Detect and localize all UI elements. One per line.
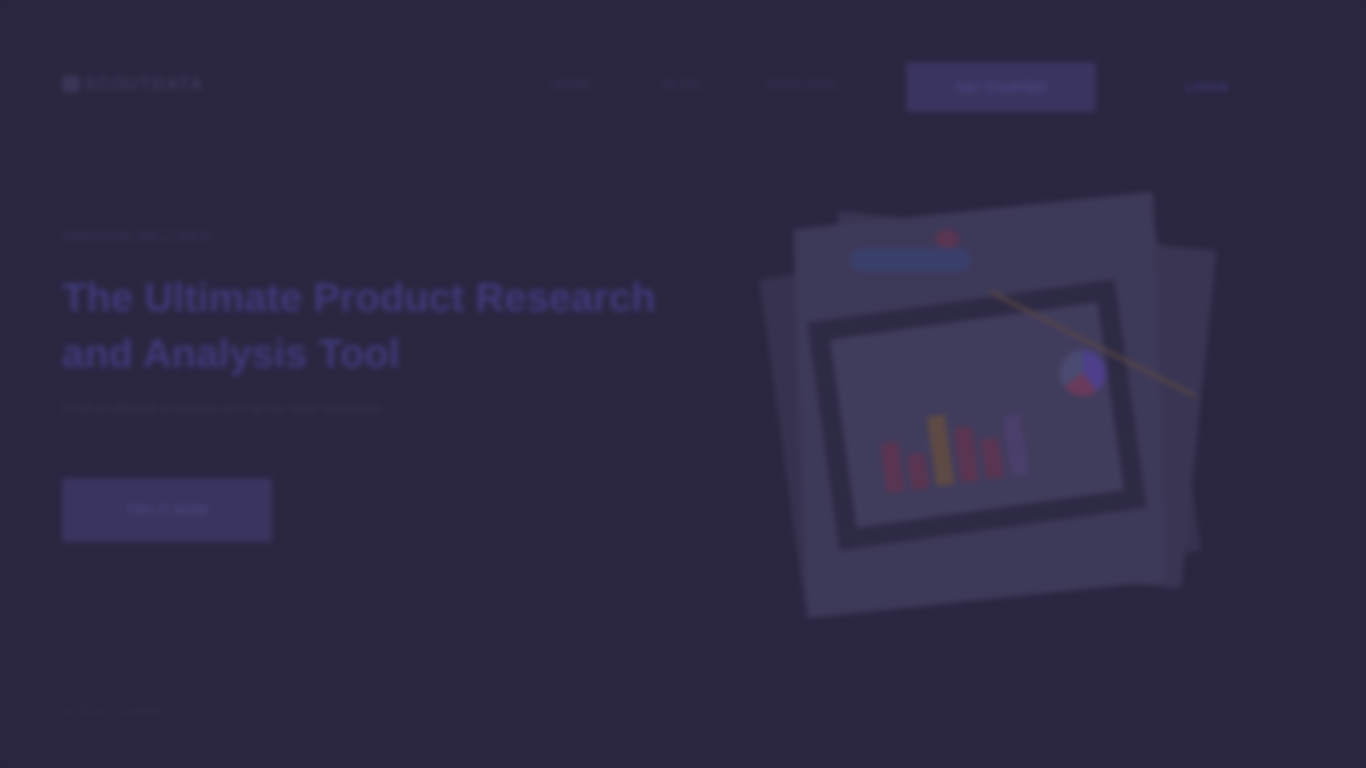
landing-page: SCOUTDATA HOME BLOG FEATURES GET STARTED… <box>0 0 1366 768</box>
site-logo[interactable]: SCOUTDATA <box>62 72 232 96</box>
logo-text: SCOUTDATA <box>84 73 204 94</box>
hero-cta-button[interactable]: TRY IT NOW <box>62 478 272 542</box>
login-link[interactable]: LOGIN <box>1186 80 1229 94</box>
nav-link-features[interactable]: FEATURES <box>768 78 839 92</box>
logo-icon <box>62 75 80 93</box>
get-started-button[interactable]: GET STARTED <box>906 62 1096 112</box>
nav-link-blog[interactable]: BLOG <box>664 78 701 92</box>
bar-graphic <box>953 425 980 483</box>
bar-graphic <box>1002 413 1029 476</box>
nav-link-home[interactable]: HOME <box>552 78 592 92</box>
pie-chart-graphic <box>1060 350 1106 396</box>
bar-chart-graphic <box>880 413 1029 494</box>
hero-subtitle: Find profitable products and grow your b… <box>62 400 382 417</box>
scroll-hint: SCROLL DOWN <box>62 704 162 718</box>
header-graphic <box>850 248 970 272</box>
hero-title: The Ultimate Product Research and Analys… <box>62 276 656 376</box>
bar-graphic <box>906 452 930 490</box>
badge-graphic <box>935 230 959 248</box>
bar-graphic <box>926 414 955 487</box>
bar-graphic <box>980 437 1004 480</box>
monitor-graphic <box>807 279 1147 551</box>
hero-eyebrow: AMAZON SELLERS <box>62 228 212 245</box>
bar-graphic <box>880 441 905 494</box>
dashboard-illustration <box>758 180 1240 650</box>
